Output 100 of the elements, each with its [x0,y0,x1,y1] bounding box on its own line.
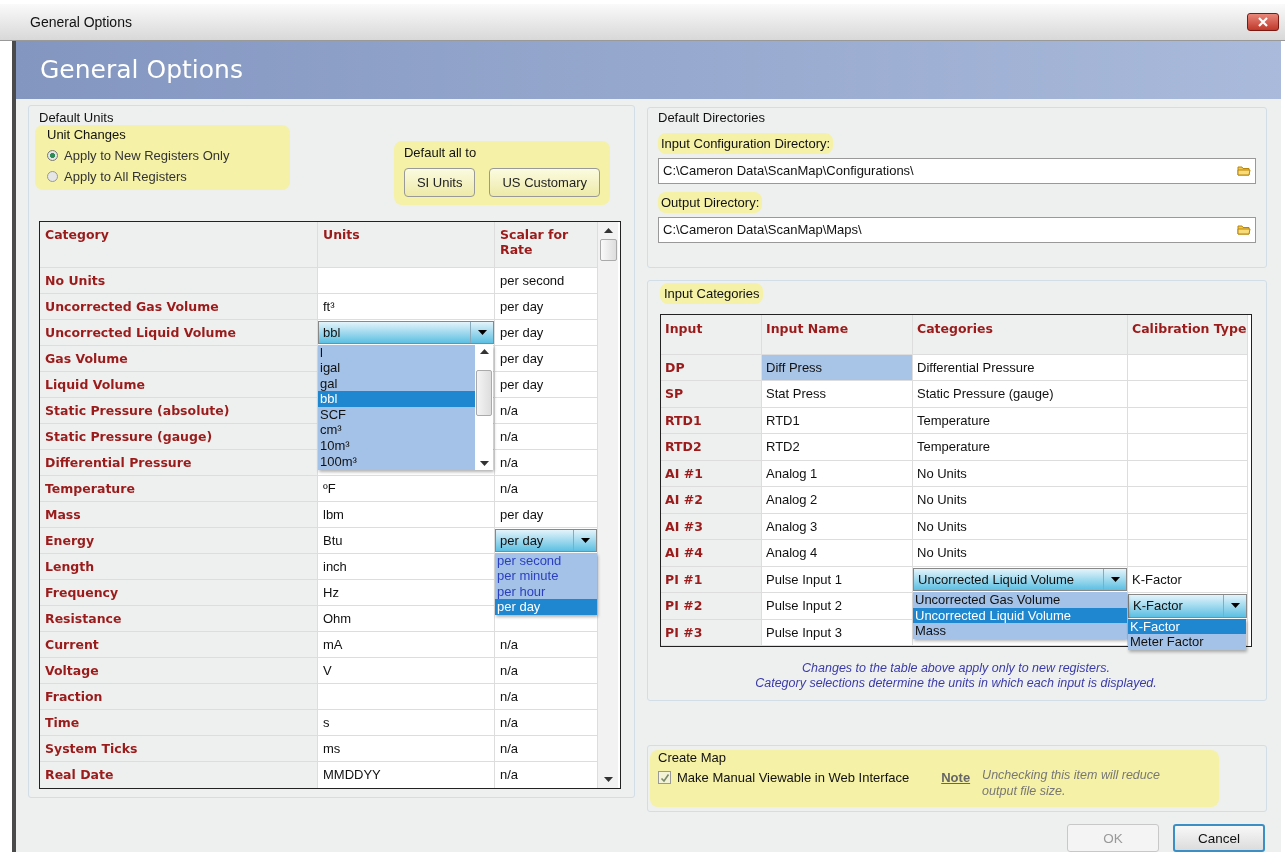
dropdown-option[interactable]: per second [495,552,597,569]
dropdown-option[interactable]: igal [318,360,475,376]
table-cell: AI #3 [661,513,762,540]
dropdown-option[interactable]: gal [318,375,475,392]
table-cell: lbm [323,506,344,522]
category-dropdown[interactable]: Uncorrected Liquid Volume [913,567,1127,591]
table-cell[interactable]: Analog 4 [762,540,913,567]
dropdown-option[interactable]: 10m³ [318,438,475,454]
table-cell[interactable]: Stat Press [762,381,913,408]
table-cell: per day [500,350,544,366]
caret-icon [1110,576,1120,582]
table-cell: per day [500,376,544,392]
table-cell[interactable]: RTD1 [762,407,913,434]
table-cell[interactable]: RTD2 [762,434,913,461]
table-cell[interactable]: Analog 3 [762,513,913,540]
scroll-down-icon[interactable] [479,460,489,466]
group-title: Input Categories [660,282,764,304]
table-cell: n/a [500,688,519,704]
table-cell: mA [323,636,343,652]
dropdown-option[interactable]: l [318,344,475,361]
table-cell: Voltage [40,657,318,684]
table-cell: n/a [500,402,519,418]
table-cell: Fraction [40,683,318,710]
column-header: Calibration Type [1128,314,1248,355]
table-cell: AI #2 [661,487,762,514]
table-cell: Liquid Volume [40,371,318,398]
checkbox-option[interactable]: Make Manual Viewable in Web Interface [658,767,910,785]
unit-preset-button[interactable]: US Customary [489,167,600,197]
table-cell: per day [500,324,544,340]
caret-icon [1230,603,1240,609]
group-title: Unit Changes [47,126,126,142]
table-cell: n/a [500,740,519,756]
table-cell: Btu [323,532,343,548]
dropdown-option[interactable]: bbl [318,391,475,407]
scrollbar-thumb[interactable] [599,238,617,261]
table-cell[interactable]: Diff Press [762,354,913,381]
table-cell[interactable]: Pulse Input 3 [762,619,913,646]
dropdown-option[interactable]: per minute [495,568,597,584]
table-cell: Resistance [40,605,318,632]
table-cell: AI #1 [661,460,762,487]
radio-option[interactable]: Apply to All Registers [47,168,282,184]
dropdown-option[interactable]: 100m³ [318,453,475,470]
table-cell: No Units [917,518,967,534]
table-cell: Energy [40,527,318,554]
table-cell: n/a [500,636,519,652]
table-cell: per day [500,298,544,314]
dropdown-option[interactable]: Mass [913,623,1127,639]
dialog-button[interactable]: Cancel [1173,824,1265,852]
close-icon [1257,16,1269,27]
table-cell: No Units [917,492,967,508]
list-scrollbar[interactable] [475,344,493,470]
column-header: Categories [913,314,1128,355]
dropdown-option[interactable]: K-Factor [1128,618,1246,635]
table-cell: No Units [917,545,967,561]
table-cell: Current [40,631,318,658]
table-cell: Temperature [917,412,990,428]
dropdown-option[interactable]: per day [495,599,597,615]
group-title: Default Units [39,109,114,125]
table-cell: DP [661,354,762,381]
table-cell[interactable]: Analog 2 [762,487,913,514]
dropdown-option[interactable]: SCF [318,406,475,423]
directory-field[interactable]: C:\Cameron Data\ScanMap\Maps\ [658,216,1256,243]
radio-option[interactable]: Apply to New Registers Only [47,147,282,163]
dropdown-option[interactable]: Meter Factor [1128,634,1246,650]
folder-icon[interactable] [1237,224,1251,235]
folder-icon[interactable] [1237,165,1251,176]
close-button[interactable] [1247,12,1279,31]
table-cell[interactable]: Analog 1 [762,460,913,487]
table-cell: inch [323,558,347,574]
table-cell: PI #3 [661,619,762,646]
dropdown-option[interactable]: Uncorrected Liquid Volume [913,607,1127,624]
vertical-scrollbar[interactable] [598,221,618,788]
directory-field[interactable]: C:\Cameron Data\ScanMap\Configurations\ [658,157,1256,184]
calibration-dropdown[interactable]: K-Factor [1128,594,1247,618]
scroll-up-icon[interactable] [603,227,613,233]
table-cell: Mass [40,501,318,528]
field-label: Input Configuration Directory: [658,132,834,154]
scroll-down-icon[interactable] [603,776,613,782]
table-cell: Temperature [917,439,990,455]
dialog-heading: General Options [40,55,243,84]
table-cell: PI #1 [661,566,762,593]
table-cell: n/a [500,767,519,782]
unit-preset-button[interactable]: SI Units [403,167,476,197]
table-cell: No Units [917,465,967,481]
table-cell: K-Factor [1132,571,1182,587]
dropdown-option[interactable]: Uncorrected Gas Volume [913,592,1127,608]
rate-dropdown[interactable]: per day [495,528,597,552]
window-title: General Options [30,13,132,30]
table-cell[interactable]: Pulse Input 2 [762,593,913,620]
table-cell: Gas Volume [40,345,318,372]
dropdown-option[interactable]: cm³ [318,422,475,439]
table-cell: Static Pressure (gauge) [917,386,1054,402]
table-cell: per second [500,272,565,288]
units-dropdown[interactable]: bbl [318,320,494,344]
table-cell: Real Date [40,761,318,788]
group-title: Default Directories [658,109,765,125]
scrollbar-thumb[interactable] [476,369,492,416]
column-header: Category [40,221,318,268]
dropdown-option[interactable]: per hour [495,583,597,600]
scroll-up-icon[interactable] [479,348,489,354]
